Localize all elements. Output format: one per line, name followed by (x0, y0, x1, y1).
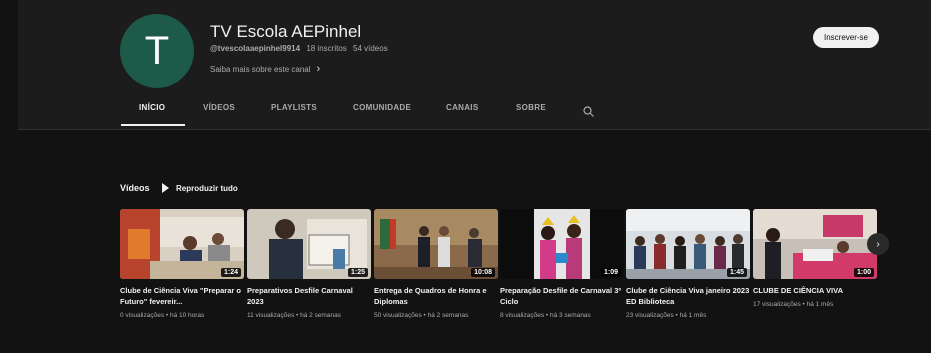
video-card[interactable]: 10:08 Entrega de Quadros de Honra e Dipl… (374, 209, 498, 319)
video-title[interactable]: Preparação Desfile de Carnaval 3º Ciclo (500, 285, 624, 307)
video-meta: 17 visualizações • há 1 mês (753, 301, 834, 308)
channel-name: TV Escola AEPinhel (210, 22, 362, 41)
tab-comunidade[interactable]: COMUNIDADE (353, 103, 411, 112)
tab-videos[interactable]: VÍDEOS (203, 103, 235, 112)
video-thumbnail[interactable]: 1:25 (247, 209, 371, 279)
play-all-label: Reproduzir tudo (176, 183, 238, 193)
video-meta: 8 visualizações • há 3 semanas (500, 312, 591, 319)
video-card[interactable]: 1:09 Preparação Desfile de Carnaval 3º C… (500, 209, 624, 319)
video-title[interactable]: Clube de Ciência Viva "Preparar o Futuro… (120, 285, 244, 307)
tab-canais[interactable]: CANAIS (446, 103, 478, 112)
shelf-title: Vídeos (120, 183, 150, 193)
tabs-divider (18, 129, 931, 130)
avatar[interactable]: T (120, 14, 194, 88)
video-title[interactable]: Entrega de Quadros de Honra e Diplomas (374, 285, 498, 307)
video-thumbnail[interactable]: 1:45 (626, 209, 750, 279)
video-meta: 0 visualizações • há 10 horas (120, 312, 205, 319)
video-meta: 11 visualizações • há 2 semanas (247, 312, 341, 319)
video-title[interactable]: Clube de Ciência Viva janeiro 2023 ED Bi… (626, 285, 750, 307)
channel-meta: @tvescolaaepinhel9914 18 inscritos 54 ví… (210, 44, 392, 53)
video-card[interactable]: 1:45 Clube de Ciência Viva janeiro 2023 … (626, 209, 750, 319)
video-duration: 1:00 (853, 268, 874, 277)
video-duration: 1:25 (347, 268, 368, 277)
search-icon[interactable] (583, 104, 594, 117)
video-duration: 1:45 (726, 268, 747, 277)
video-duration: 1:24 (220, 268, 241, 277)
play-icon (162, 183, 169, 193)
video-card[interactable]: 1:24 Clube de Ciência Viva "Preparar o F… (120, 209, 244, 319)
video-thumbnail[interactable]: 10:08 (374, 209, 498, 279)
video-card[interactable]: 1:00 CLUBE DE CIÊNCIA VIVA 17 visualizaç… (753, 209, 877, 308)
about-channel-link[interactable]: Saiba mais sobre este canal › (210, 63, 320, 75)
tab-playlists[interactable]: PLAYLISTS (271, 103, 317, 112)
video-count: 54 vídeos (353, 44, 388, 53)
active-tab-indicator (121, 124, 185, 126)
video-thumbnail[interactable]: 1:24 (120, 209, 244, 279)
video-meta: 23 visualizações • há 1 mês (626, 312, 707, 319)
video-title[interactable]: Preparativos Desfile Carnaval 2023 (247, 285, 371, 307)
chevron-right-icon: › (316, 63, 321, 75)
tab-sobre[interactable]: SOBRE (516, 103, 546, 112)
subscribe-button[interactable]: Inscrever-se (813, 27, 879, 48)
video-thumbnail[interactable]: 1:00 (753, 209, 877, 279)
subscriber-count: 18 inscritos (306, 44, 347, 53)
channel-handle: @tvescolaaepinhel9914 (210, 44, 301, 53)
video-thumbnail[interactable]: 1:09 (500, 209, 624, 279)
play-all-button[interactable]: Reproduzir tudo (162, 183, 238, 193)
channel-page: T TV Escola AEPinhel @tvescolaaepinhel99… (0, 0, 931, 353)
tab-inicio[interactable]: INÍCIO (139, 103, 165, 112)
about-channel-label: Saiba mais sobre este canal (210, 64, 311, 74)
video-duration: 10:08 (471, 268, 495, 277)
video-duration: 1:09 (600, 268, 621, 277)
video-card[interactable]: 1:25 Preparativos Desfile Carnaval 2023 … (247, 209, 371, 319)
chevron-right-icon[interactable]: › (867, 233, 889, 255)
video-meta: 50 visualizações • há 2 semanas (374, 312, 469, 319)
